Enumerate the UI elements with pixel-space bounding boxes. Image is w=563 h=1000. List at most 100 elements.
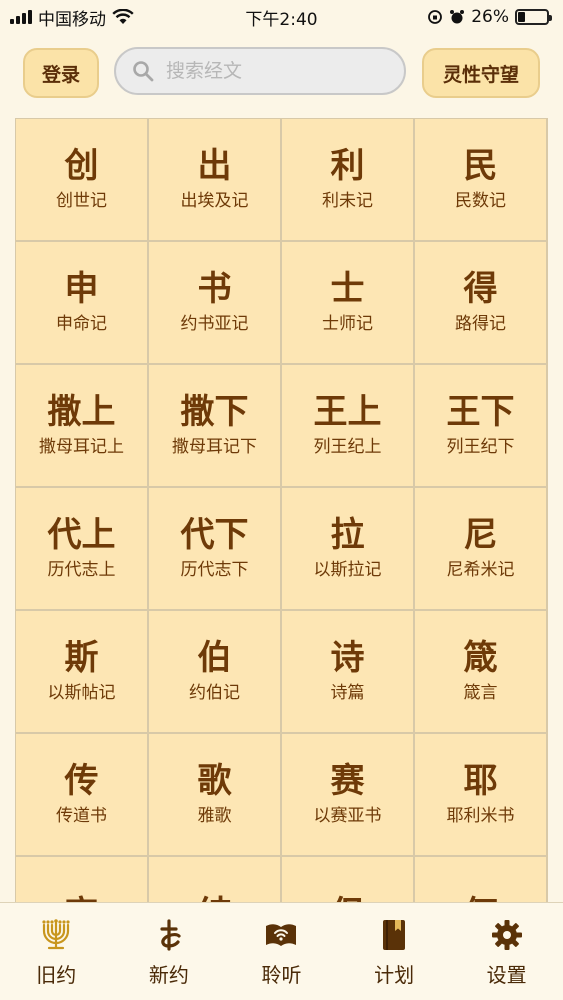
carrier-label: 中国移动 xyxy=(38,9,106,30)
book-abbreviation: 利 xyxy=(330,146,365,187)
search-input[interactable] xyxy=(166,60,386,82)
book-cell[interactable]: 但 xyxy=(282,857,413,902)
book-name: 传道书 xyxy=(56,805,107,826)
book-abbreviation: 传 xyxy=(64,761,99,802)
tab-old-testament[interactable]: 旧约 xyxy=(6,917,106,1000)
book-abbreviation: 赛 xyxy=(330,761,365,802)
book-cell[interactable]: 伯约伯记 xyxy=(149,611,280,732)
book-name: 士师记 xyxy=(322,313,373,334)
battery-fill xyxy=(518,12,526,22)
wifi-icon xyxy=(112,9,134,24)
book-cell[interactable]: 得路得记 xyxy=(415,242,546,363)
book-cell[interactable]: 利利未记 xyxy=(282,119,413,240)
book-name: 撒母耳记下 xyxy=(172,436,257,457)
book-abbreviation: 士 xyxy=(330,269,365,310)
book-cell[interactable]: 歌雅歌 xyxy=(149,734,280,855)
book-abbreviation: 诗 xyxy=(330,638,365,679)
alarm-icon xyxy=(450,10,465,24)
book-name: 尼希米记 xyxy=(446,559,515,580)
battery-percent: 26% xyxy=(471,7,509,27)
book-name: 列王纪上 xyxy=(313,436,382,457)
book-abbreviation: 代下 xyxy=(180,515,249,556)
status-right: 26% xyxy=(427,7,552,27)
book-cell[interactable]: 代下 历代志下 xyxy=(149,488,280,609)
book-cell[interactable]: 创创世记 xyxy=(16,119,147,240)
book-abbreviation: 得 xyxy=(463,269,498,310)
book-abbreviation: 撒下 xyxy=(180,392,249,433)
tab-plan[interactable]: 计划 xyxy=(344,917,444,1000)
signal-icon xyxy=(10,10,32,24)
book-abbreviation: 尼 xyxy=(463,515,498,556)
book-cell[interactable]: 结 xyxy=(149,857,280,902)
book-name: 约伯记 xyxy=(189,682,240,703)
open-book-audio-icon xyxy=(266,924,297,946)
book-abbreviation: 箴 xyxy=(463,638,498,679)
book-cell[interactable]: 何 xyxy=(415,857,546,902)
book-abbreviation: 出 xyxy=(197,146,232,187)
book-abbreviation: 耶 xyxy=(463,761,498,802)
book-abbreviation: 歌 xyxy=(197,761,232,802)
tab-label: 新约 xyxy=(148,963,189,987)
tab-label: 聆听 xyxy=(261,963,302,987)
book-cell[interactable]: 王下 列王纪下 xyxy=(415,365,546,486)
book-cell[interactable]: 诗诗篇 xyxy=(282,611,413,732)
book-name: 耶利米书 xyxy=(446,805,515,826)
book-cell[interactable]: 箴箴言 xyxy=(415,611,546,732)
book-abbreviation: 斯 xyxy=(64,638,99,679)
book-name: 出埃及记 xyxy=(180,190,249,211)
book-abbreviation: 王下 xyxy=(446,392,515,433)
book-abbreviation: 王上 xyxy=(313,392,382,433)
tab-new-testament[interactable]: 新约 xyxy=(119,917,219,1000)
book-cell[interactable]: 耶耶利米书 xyxy=(415,734,546,855)
book-abbreviation: 创 xyxy=(64,146,99,187)
book-cell[interactable]: 斯以斯帖记 xyxy=(16,611,147,732)
book-cell[interactable]: 撒上 撒母耳记上 xyxy=(16,365,147,486)
book-abbreviation: 申 xyxy=(64,269,99,310)
book-abbreviation: 伯 xyxy=(197,638,232,679)
book-cell[interactable]: 士士师记 xyxy=(282,242,413,363)
book-name: 约书亚记 xyxy=(180,313,249,334)
book-abbreviation: 民 xyxy=(463,146,498,187)
book-cell[interactable]: 尼尼希米记 xyxy=(415,488,546,609)
book-name: 以斯拉记 xyxy=(313,559,382,580)
book-cell[interactable]: 撒下 撒母耳记下 xyxy=(149,365,280,486)
book-name: 诗篇 xyxy=(330,682,365,703)
book-name: 撒母耳记上 xyxy=(39,436,124,457)
book-cell[interactable]: 民民数记 xyxy=(415,119,546,240)
header: 登录 灵性守望 xyxy=(0,46,563,100)
book-name: 路得记 xyxy=(455,313,506,334)
book-cell[interactable]: 代上 历代志上 xyxy=(16,488,147,609)
book-cell[interactable]: 哀 xyxy=(16,857,147,902)
book-name: 雅歌 xyxy=(197,805,232,826)
gear-icon xyxy=(491,920,522,950)
search-bar[interactable] xyxy=(114,47,406,95)
login-button[interactable]: 登录 xyxy=(23,48,99,98)
book-cell[interactable]: 传传道书 xyxy=(16,734,147,855)
book-name: 以斯帖记 xyxy=(47,682,116,703)
book-grid: 创创世记出出埃及记利利未记民民数记申申命记书约书亚记士士师记得路得记 撒上 撒母耳记… xyxy=(15,118,548,902)
book-name: 列王纪下 xyxy=(446,436,515,457)
book-cell[interactable]: 书约书亚记 xyxy=(149,242,280,363)
tab-settings[interactable]: 设置 xyxy=(457,917,557,1000)
book-name: 利未记 xyxy=(322,190,373,211)
spiritual-watch-button[interactable]: 灵性守望 xyxy=(422,48,540,98)
book-abbreviation: 撒上 xyxy=(47,392,116,433)
cross-icon xyxy=(160,919,181,951)
bookmark-book-icon xyxy=(383,920,406,950)
rotation-lock-icon xyxy=(428,10,443,24)
book-cell[interactable]: 出出埃及记 xyxy=(149,119,280,240)
book-cell[interactable]: 赛以赛亚书 xyxy=(282,734,413,855)
book-cell[interactable]: 王上 列王纪上 xyxy=(282,365,413,486)
book-name: 申命记 xyxy=(56,313,107,334)
tab-listen[interactable]: 聆听 xyxy=(231,917,331,1000)
book-grid-container[interactable]: 创创世记出出埃及记利利未记民民数记申申命记书约书亚记士士师记得路得记 撒上 撒母耳记… xyxy=(15,118,548,902)
book-name: 以赛亚书 xyxy=(313,805,382,826)
book-cell[interactable]: 拉以斯拉记 xyxy=(282,488,413,609)
book-name: 箴言 xyxy=(463,682,498,703)
book-name: 历代志下 xyxy=(180,559,249,580)
book-abbreviation: 代上 xyxy=(47,515,116,556)
status-left: 中国移动 xyxy=(10,5,134,30)
status-bar: 中国移动 下午2:40 26% xyxy=(0,0,563,34)
tab-bar: 旧约 新约 聆听 计划 设置 xyxy=(0,902,563,1000)
book-cell[interactable]: 申申命记 xyxy=(16,242,147,363)
